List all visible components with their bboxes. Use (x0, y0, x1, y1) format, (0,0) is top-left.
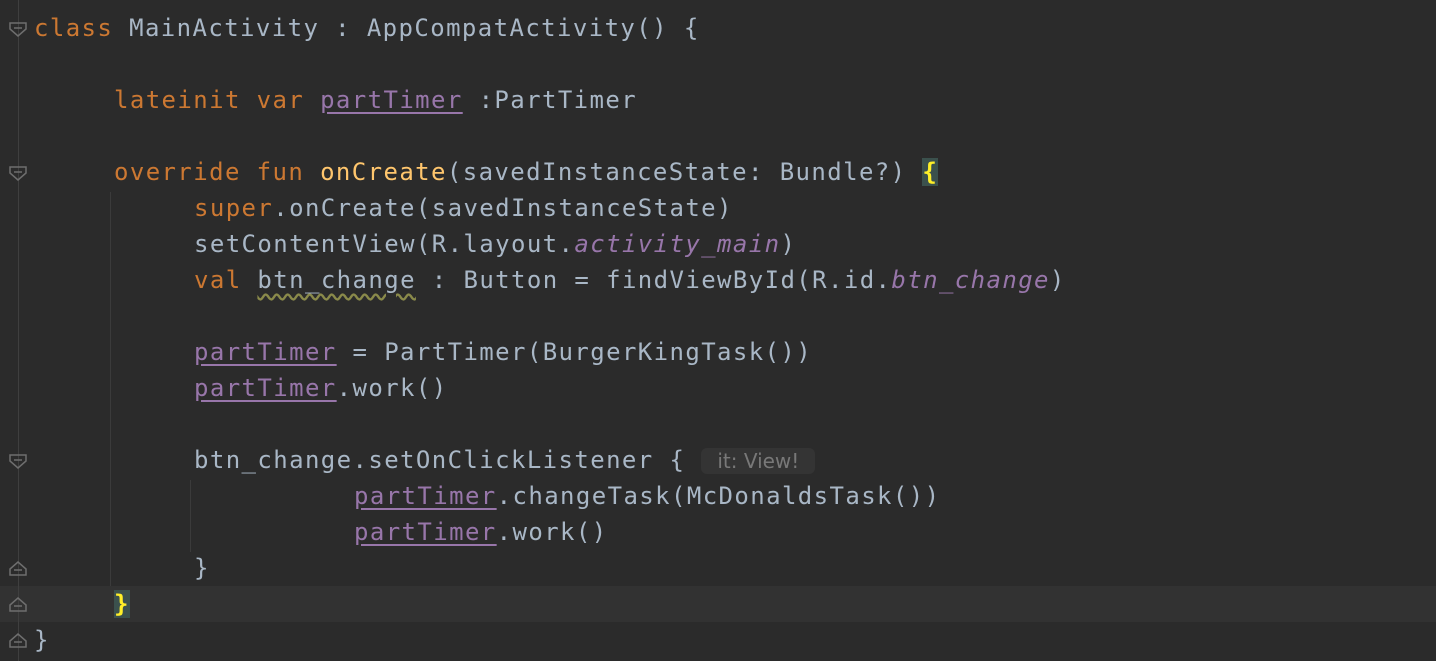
code-text: } (34, 626, 50, 654)
code-text: (savedInstanceState: Bundle?) (446, 158, 923, 186)
resource-reference[interactable]: activity_main (574, 230, 780, 258)
code-line-2[interactable]: lateinit var partTimer :PartTimer (114, 82, 637, 118)
property-reference[interactable]: partTimer (320, 86, 463, 114)
keyword: val (194, 266, 242, 294)
keyword: super (194, 194, 274, 222)
matched-brace: { (922, 158, 939, 186)
code-text: MainActivity : AppCompatActivity() { (113, 14, 700, 42)
code-text: :PartTimer (462, 86, 638, 114)
keyword: class (34, 14, 114, 42)
code-line-11[interactable]: partTimer.work() (354, 514, 608, 550)
code-editor[interactable]: class MainActivity : AppCompatActivity()… (0, 0, 1436, 661)
code-line-8[interactable]: partTimer.work() (194, 370, 448, 406)
keyword: fun (256, 158, 305, 186)
code-line-10[interactable]: partTimer.changeTask(McDonaldsTask()) (354, 478, 940, 514)
keyword: var (256, 86, 305, 114)
property-reference[interactable]: partTimer (354, 482, 497, 510)
code-text: .changeTask(McDonaldsTask()) (496, 482, 941, 510)
code-line-13[interactable]: } (114, 586, 130, 622)
keyword: override (114, 158, 241, 186)
current-line-highlight (0, 586, 1436, 622)
fold-open-icon[interactable] (9, 454, 27, 470)
warning-identifier[interactable]: btn_change (257, 266, 416, 294)
fold-open-icon[interactable] (9, 22, 27, 38)
code-line-14[interactable]: } (34, 622, 50, 658)
fold-close-icon[interactable] (9, 560, 27, 576)
code-line-7[interactable]: partTimer = PartTimer(BurgerKingTask()) (194, 334, 812, 370)
code-line-9[interactable]: btn_change.setOnClickListener { it: View! (194, 442, 816, 478)
code-text: btn_change.setOnClickListener { (194, 446, 686, 474)
property-reference[interactable]: partTimer (194, 374, 337, 402)
code-text: } (194, 554, 210, 582)
code-text: setContentView(R.layout. (194, 230, 575, 258)
code-text: .work() (336, 374, 448, 402)
code-line-5[interactable]: setContentView(R.layout.activity_main) (194, 226, 796, 262)
fold-close-icon[interactable] (9, 596, 27, 612)
code-line-3[interactable]: override fun onCreate(savedInstanceState… (114, 154, 939, 190)
resource-reference[interactable]: btn_change (891, 266, 1050, 294)
indent-guide (110, 192, 111, 586)
code-text: .onCreate(savedInstanceState) (273, 194, 733, 222)
code-line-6[interactable]: val btn_change : Button = findViewById(R… (194, 262, 1066, 298)
keyword: lateinit (114, 86, 241, 114)
code-text: ) (1049, 266, 1066, 294)
function-name[interactable]: onCreate (320, 158, 447, 186)
code-line-12[interactable]: } (194, 550, 210, 586)
matched-brace: } (114, 590, 130, 618)
parameter-hint: it: View! (701, 448, 816, 474)
code-line-4[interactable]: super.onCreate(savedInstanceState) (194, 190, 733, 226)
fold-close-icon[interactable] (9, 632, 27, 648)
fold-open-icon[interactable] (9, 166, 27, 182)
property-reference[interactable]: partTimer (194, 338, 337, 366)
code-text: = PartTimer(BurgerKingTask()) (336, 338, 813, 366)
code-text: .work() (496, 518, 608, 546)
code-line-1[interactable]: class MainActivity : AppCompatActivity()… (34, 10, 700, 46)
indent-guide (190, 480, 191, 552)
property-reference[interactable]: partTimer (354, 518, 497, 546)
code-text: : Button = findViewById(R.id. (415, 266, 892, 294)
code-text: ) (780, 230, 797, 258)
